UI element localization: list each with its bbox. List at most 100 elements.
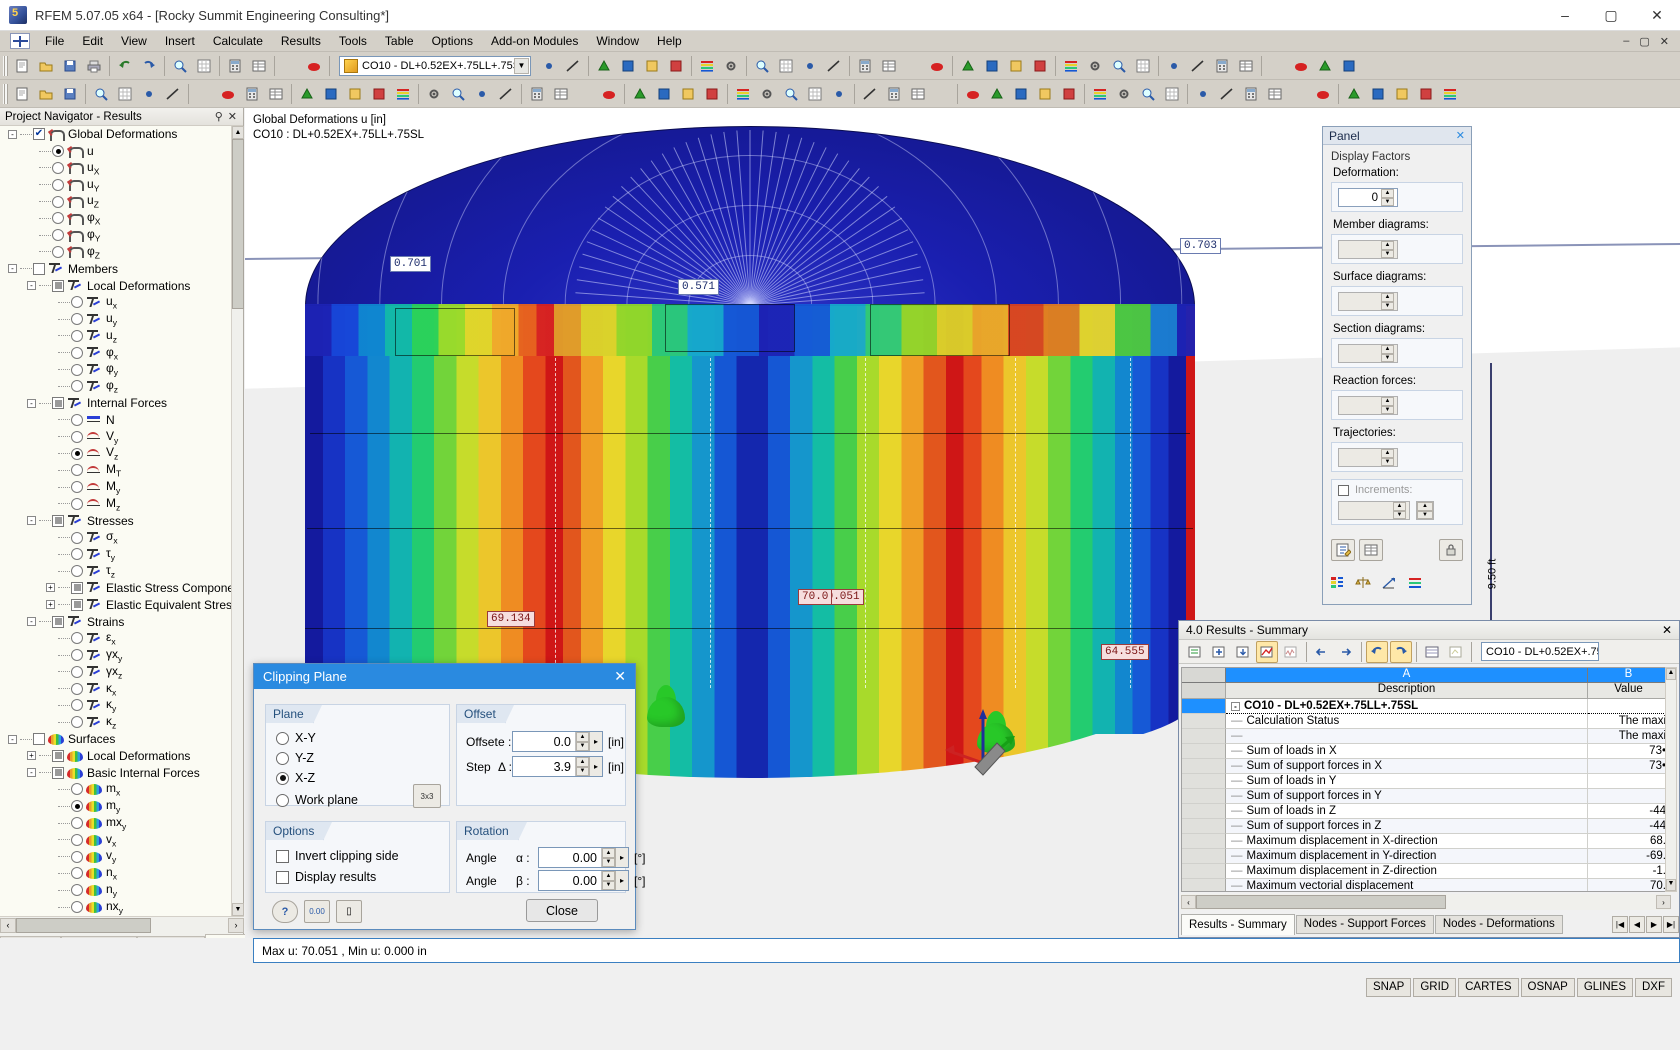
- tree-radio-icon[interactable]: [71, 447, 83, 460]
- tree-item-uy[interactable]: uY: [0, 176, 232, 193]
- step-up-icon[interactable]: ▲: [575, 757, 589, 767]
- pick-plane-button[interactable]: 3x3: [413, 784, 441, 808]
- tree-radio-icon[interactable]: [71, 413, 83, 426]
- tree-checkbox-icon[interactable]: [33, 262, 45, 275]
- grid-icon[interactable]: [804, 83, 826, 105]
- minimize-button[interactable]: –: [1542, 0, 1588, 31]
- grid-icon[interactable]: [775, 55, 797, 77]
- red-icon[interactable]: [368, 83, 390, 105]
- offset-up-icon[interactable]: ▲: [575, 732, 589, 742]
- tree-item-u[interactable]: u: [0, 143, 232, 160]
- line-icon[interactable]: [162, 83, 184, 105]
- results-table-row[interactable]: — Maximum displacement in Z-direction -1.: [1182, 864, 1670, 879]
- render-icon[interactable]: [193, 83, 215, 105]
- menu-table[interactable]: Table: [376, 32, 423, 50]
- gear-icon[interactable]: [1113, 83, 1135, 105]
- toolbar-grip[interactable]: [3, 55, 8, 76]
- tree-checkbox-icon[interactable]: [52, 615, 64, 628]
- surf-icon[interactable]: [962, 83, 984, 105]
- row-expander-icon[interactable]: -: [1231, 701, 1240, 711]
- node-icon[interactable]: [138, 83, 160, 105]
- results-table-row[interactable]: — Sum of support forces in X 73•: [1182, 759, 1670, 774]
- tree-item-uz[interactable]: uZ: [0, 193, 232, 210]
- menu-results[interactable]: Results: [272, 32, 330, 50]
- blue-icon[interactable]: [1367, 83, 1389, 105]
- tree-radio-icon[interactable]: [71, 531, 83, 544]
- tree-radio-icon[interactable]: [71, 565, 83, 578]
- menu-insert[interactable]: Insert: [156, 32, 204, 50]
- results-table-row[interactable]: — Sum of loads in Z -44: [1182, 804, 1670, 819]
- status-toggle-osnap[interactable]: OSNAP: [1520, 977, 1575, 997]
- tree-item--y[interactable]: φy: [0, 361, 232, 378]
- open-icon[interactable]: [35, 83, 57, 105]
- rainbow-icon[interactable]: [732, 83, 754, 105]
- tree-radio-icon[interactable]: [71, 783, 83, 796]
- yellow-icon[interactable]: [641, 55, 663, 77]
- green-icon[interactable]: [296, 83, 318, 105]
- line-icon[interactable]: [1216, 83, 1238, 105]
- menu-options[interactable]: Options: [423, 32, 482, 50]
- panel-close-icon[interactable]: ✕: [1456, 129, 1471, 142]
- tree-checkbox-icon[interactable]: [52, 279, 64, 292]
- tree-expander-icon[interactable]: -: [8, 129, 17, 139]
- yellow-icon[interactable]: [1034, 83, 1056, 105]
- insert-row-icon[interactable]: [1208, 641, 1230, 663]
- tree-checkbox-icon[interactable]: [52, 397, 64, 410]
- edit-icon[interactable]: [1331, 539, 1355, 561]
- yellow-icon[interactable]: [344, 83, 366, 105]
- save-icon[interactable]: [59, 83, 81, 105]
- row-number-cell[interactable]: [1182, 759, 1226, 774]
- tree-item-vy[interactable]: vy: [0, 848, 232, 865]
- results-hscroll-right-icon[interactable]: ›: [1656, 895, 1671, 909]
- tree-expander-icon[interactable]: -: [27, 281, 36, 291]
- menu-addon-modules[interactable]: Add-on Modules: [482, 32, 587, 50]
- blue-icon[interactable]: [617, 55, 639, 77]
- offset-more-icon[interactable]: ▸: [588, 732, 602, 751]
- tree-checkbox-icon[interactable]: ✔: [33, 128, 45, 141]
- navigator-close-icon[interactable]: ✕: [228, 110, 243, 123]
- red-icon[interactable]: [1415, 83, 1437, 105]
- prev-icon[interactable]: [1311, 641, 1333, 663]
- tree-item-elastic-stress-components[interactable]: + Elastic Stress Components: [0, 580, 232, 597]
- zoom-icon[interactable]: [1137, 83, 1159, 105]
- tree-item-local-deformations[interactable]: + Local Deformations: [0, 747, 232, 764]
- calc-icon[interactable]: [1211, 55, 1233, 77]
- load-case-dropdown-arrow[interactable]: ▼: [514, 57, 529, 74]
- tree-item-global-deformations[interactable]: - ✔ Global Deformations: [0, 126, 232, 143]
- mdi-app-icon[interactable]: [10, 33, 30, 49]
- tree-item--z[interactable]: κz: [0, 714, 232, 731]
- render-icon[interactable]: [931, 83, 953, 105]
- tree-radio-icon[interactable]: [71, 296, 83, 309]
- redo-icon[interactable]: [1390, 640, 1412, 663]
- tree-expander-icon[interactable]: -: [8, 264, 17, 274]
- green-icon[interactable]: [1314, 55, 1336, 77]
- status-toggle-glines[interactable]: GLINES: [1576, 977, 1633, 997]
- results-nav-button-1[interactable]: ◀: [1629, 915, 1645, 933]
- status-toggle-cartes[interactable]: CARTES: [1458, 977, 1519, 997]
- render-icon[interactable]: [1266, 55, 1288, 77]
- next-icon[interactable]: [1335, 641, 1357, 663]
- tree-radio-icon[interactable]: [71, 682, 83, 695]
- tree-item--x[interactable]: φX: [0, 210, 232, 227]
- results-close-icon[interactable]: ✕: [1655, 623, 1679, 637]
- zoom-icon[interactable]: [1108, 55, 1130, 77]
- navigator-hscrollbar[interactable]: ‹ ›: [0, 916, 244, 933]
- tree-radio-icon[interactable]: [71, 632, 83, 645]
- save-icon[interactable]: [59, 55, 81, 77]
- tree-checkbox-icon[interactable]: [52, 514, 64, 527]
- tree-item-mt[interactable]: MT: [0, 462, 232, 479]
- zoom-icon[interactable]: [90, 83, 112, 105]
- results-table-row[interactable]: — Maximum displacement in X-direction 68.: [1182, 834, 1670, 849]
- node-icon[interactable]: [799, 55, 821, 77]
- tree-item-local-deformations[interactable]: - Local Deformations: [0, 277, 232, 294]
- tree-radio-icon[interactable]: [71, 699, 83, 712]
- tree-radio-icon[interactable]: [52, 212, 64, 225]
- tree-item-vy[interactable]: Vy: [0, 428, 232, 445]
- newdoc-icon[interactable]: [11, 55, 33, 77]
- angle-alpha-input[interactable]: [539, 848, 601, 867]
- gear-icon[interactable]: [720, 55, 742, 77]
- undo-icon[interactable]: [1366, 640, 1388, 663]
- row-number-cell[interactable]: [1182, 729, 1226, 744]
- tree-expander-icon[interactable]: +: [46, 600, 55, 610]
- row-number-cell[interactable]: [1182, 849, 1226, 864]
